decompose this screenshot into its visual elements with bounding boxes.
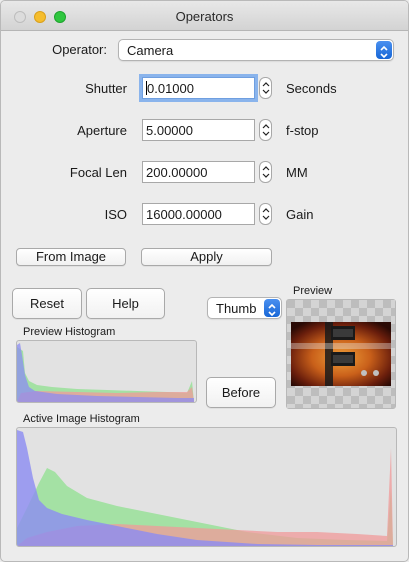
iso-value: 16000.00000 [146, 207, 222, 222]
focal-len-label: Focal Len [69, 165, 127, 180]
preview-label: Preview [293, 285, 333, 297]
focal-len-value: 200.00000 [146, 165, 208, 180]
shutter-stepper[interactable] [259, 77, 272, 99]
guitar-preview-image [287, 300, 395, 408]
operators-window: Operators Operator: Camera Shutter 0.010… [0, 0, 409, 562]
iso-field[interactable]: 16000.00000 [142, 203, 255, 225]
aperture-value: 5.00000 [146, 123, 193, 138]
operator-label: Operator: [52, 42, 107, 57]
focal-len-field[interactable]: 200.00000 [142, 161, 255, 183]
aperture-label: Aperture [77, 123, 127, 138]
aperture-unit: f-stop [286, 123, 319, 138]
shutter-field[interactable]: 0.01000 [139, 74, 258, 102]
shutter-label: Shutter [85, 81, 127, 96]
preview-histogram-label: Preview Histogram [23, 326, 116, 338]
aperture-field[interactable]: 5.00000 [142, 119, 255, 141]
preview-panel [286, 299, 396, 409]
focal-len-stepper[interactable] [259, 161, 272, 183]
popup-arrows-icon [264, 299, 280, 317]
shutter-unit: Seconds [286, 81, 337, 96]
iso-unit: Gain [286, 207, 314, 222]
apply-button[interactable]: Apply [141, 248, 272, 266]
window-title: Operators [175, 9, 234, 24]
operator-selected: Camera [127, 43, 174, 58]
preview-mode-popup[interactable]: Thumb [207, 297, 282, 319]
help-button[interactable]: Help [86, 288, 165, 319]
iso-stepper[interactable] [259, 203, 272, 225]
active-image-histogram [16, 427, 397, 547]
iso-label: ISO [104, 207, 127, 222]
aperture-stepper[interactable] [259, 119, 272, 141]
active-histogram-label: Active Image Histogram [23, 413, 140, 425]
popup-arrows-icon [376, 41, 392, 59]
from-image-button[interactable]: From Image [16, 248, 126, 266]
focal-len-unit: MM [286, 165, 308, 180]
operator-popup[interactable]: Camera [118, 39, 394, 61]
title-bar[interactable]: Operators [1, 1, 408, 31]
preview-mode-selected: Thumb [216, 301, 257, 316]
preview-histogram [16, 340, 197, 403]
shutter-value: 0.01000 [147, 81, 194, 96]
before-button[interactable]: Before [206, 377, 276, 408]
reset-button[interactable]: Reset [12, 288, 82, 319]
